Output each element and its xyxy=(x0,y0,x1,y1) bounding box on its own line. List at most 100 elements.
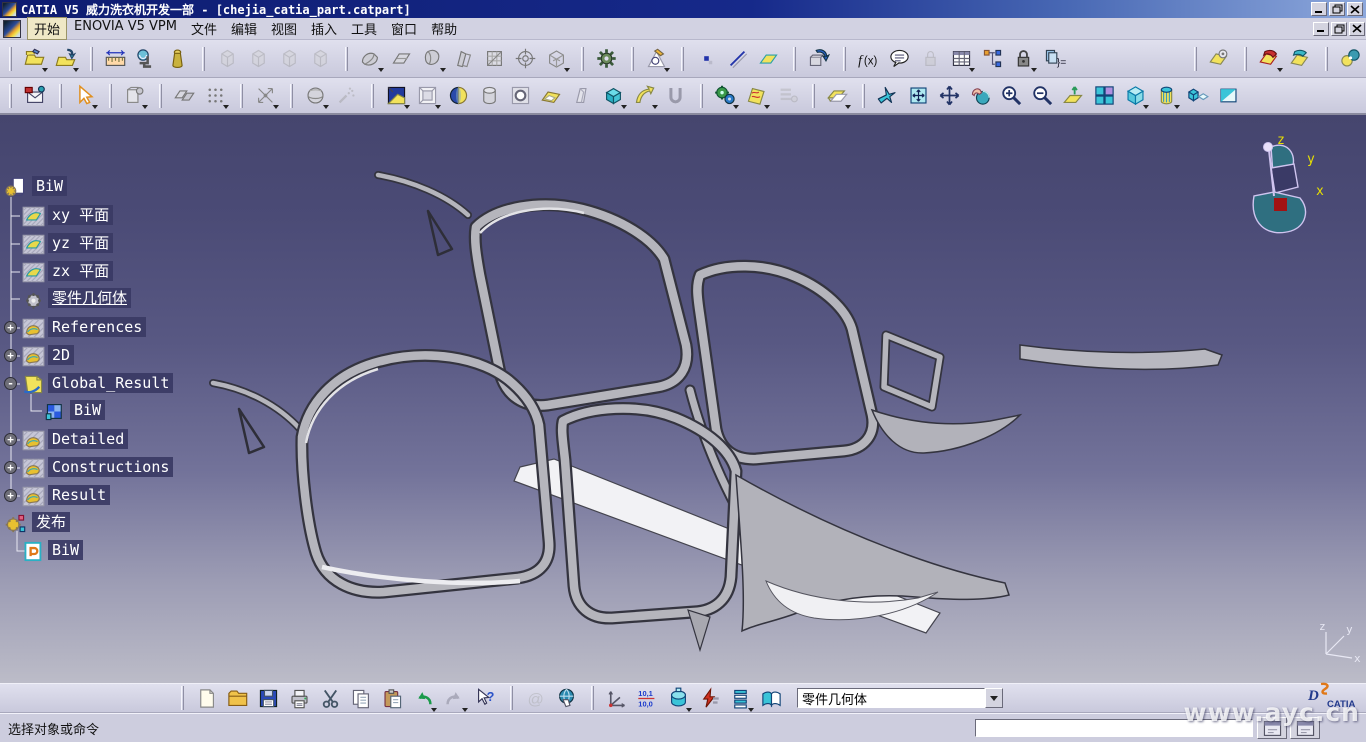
swap-visible-space-icon[interactable] xyxy=(1215,82,1242,109)
hole-icon[interactable] xyxy=(507,82,534,109)
comment-icon[interactable] xyxy=(886,45,913,72)
tree-item-label[interactable]: yz 平面 xyxy=(48,233,113,253)
close-button[interactable] xyxy=(1347,2,1363,16)
point-icon[interactable] xyxy=(693,45,720,72)
expand-icon[interactable]: + xyxy=(4,349,17,362)
select-icon[interactable] xyxy=(71,82,98,109)
expand-icon[interactable]: + xyxy=(4,489,17,502)
collapse-icon[interactable]: - xyxy=(4,377,17,390)
tree-item-label[interactable]: xy 平面 xyxy=(48,205,113,225)
active-body-combobox[interactable]: 零件几何体 xyxy=(797,688,1003,708)
tree-item-label[interactable]: zx 平面 xyxy=(48,261,113,281)
tree-item-label[interactable]: BiW xyxy=(70,400,105,420)
knowledge-gear-icon[interactable] xyxy=(593,45,620,72)
restore-button[interactable] xyxy=(1329,2,1345,16)
sweep-surface-icon[interactable] xyxy=(450,45,477,72)
expand-icon[interactable]: + xyxy=(4,321,17,334)
tree-item-label[interactable]: Result xyxy=(48,485,110,505)
list-icon[interactable] xyxy=(727,685,754,712)
print-icon[interactable] xyxy=(286,685,313,712)
dialog-toggle-button-2[interactable] xyxy=(1290,717,1320,739)
minimize-button[interactable] xyxy=(1313,22,1329,36)
boundary-icon[interactable] xyxy=(512,45,539,72)
tree-item-label[interactable]: 2D xyxy=(48,345,74,365)
redo-icon[interactable] xyxy=(441,685,468,712)
plane-icon[interactable] xyxy=(755,45,782,72)
lock-parameters-icon[interactable] xyxy=(1010,45,1037,72)
catalog-instance-icon[interactable] xyxy=(743,82,770,109)
render-style-icon[interactable] xyxy=(1153,82,1180,109)
viewport-3d[interactable]: z y x z y x BiWxy 平面yz 平面zx 平面零件几何体+Refe… xyxy=(0,115,1366,683)
tree-item-label[interactable]: Global_Result xyxy=(48,373,173,393)
fill-icon[interactable] xyxy=(538,82,565,109)
fly-mode-icon[interactable] xyxy=(874,82,901,109)
toolbar-handle[interactable] xyxy=(159,84,162,108)
toolbar-handle[interactable] xyxy=(9,84,12,108)
tree-item-label[interactable]: BiW xyxy=(32,176,67,196)
toolbar-handle[interactable] xyxy=(240,84,243,108)
tree-item-label[interactable]: Detailed xyxy=(48,429,128,449)
tree-item-label[interactable]: BiW xyxy=(48,540,83,560)
close-button[interactable] xyxy=(1349,22,1365,36)
toolbar-handle[interactable] xyxy=(793,47,796,71)
sphere-icon[interactable] xyxy=(302,82,329,109)
send-to-icon[interactable] xyxy=(21,82,48,109)
design-table-icon[interactable] xyxy=(948,45,975,72)
catalog-browser-icon[interactable] xyxy=(805,45,832,72)
minimize-button[interactable] xyxy=(1311,2,1327,16)
toolbar-handle[interactable] xyxy=(1244,47,1247,71)
toolbar-handle[interactable] xyxy=(681,47,684,71)
split-icon[interactable] xyxy=(445,82,472,109)
cut-icon[interactable] xyxy=(317,685,344,712)
toolbar-handle[interactable] xyxy=(371,84,374,108)
menu-item-9[interactable]: 帮助 xyxy=(424,17,464,40)
paste-icon[interactable] xyxy=(379,685,406,712)
hide-show-icon[interactable] xyxy=(1184,82,1211,109)
toolbar-handle[interactable] xyxy=(581,47,584,71)
fit-all-in-icon[interactable] xyxy=(905,82,932,109)
save-management-icon[interactable] xyxy=(52,45,79,72)
isometric-view-icon[interactable] xyxy=(1122,82,1149,109)
toolbar-handle[interactable] xyxy=(700,84,703,108)
untrim-icon[interactable] xyxy=(631,82,658,109)
menu-item-4[interactable]: 编辑 xyxy=(224,17,264,40)
tree-item-label[interactable]: References xyxy=(48,317,146,337)
menu-item-5[interactable]: 视图 xyxy=(264,17,304,40)
power-copy-icon[interactable] xyxy=(712,82,739,109)
trim-icon[interactable] xyxy=(569,82,596,109)
menu-item-6[interactable]: 插入 xyxy=(304,17,344,40)
toolbar-handle[interactable] xyxy=(290,84,293,108)
rotate-icon[interactable] xyxy=(967,82,994,109)
zoom-out-icon[interactable] xyxy=(1029,82,1056,109)
web-browser-icon[interactable] xyxy=(553,685,580,712)
planes-icon[interactable] xyxy=(171,82,198,109)
tree-item-label[interactable]: Constructions xyxy=(48,457,173,477)
knowledge-book-icon[interactable] xyxy=(758,685,785,712)
toolbar-handle[interactable] xyxy=(9,47,12,71)
expand-icon[interactable]: + xyxy=(4,461,17,474)
extrude-icon[interactable] xyxy=(383,82,410,109)
toolbar-handle[interactable] xyxy=(90,47,93,71)
boundary-curve-icon[interactable] xyxy=(662,82,689,109)
part-body-icon[interactable] xyxy=(665,685,692,712)
toolbar-handle[interactable] xyxy=(843,47,846,71)
toolbar-handle[interactable] xyxy=(1194,47,1197,71)
measure-between-icon[interactable] xyxy=(102,45,129,72)
document-icon[interactable] xyxy=(3,20,21,38)
zoom-in-icon[interactable] xyxy=(998,82,1025,109)
toolbar-handle[interactable] xyxy=(510,686,513,710)
axis-system-icon[interactable] xyxy=(603,685,630,712)
undo-icon[interactable] xyxy=(410,685,437,712)
scaling-icon[interactable] xyxy=(252,82,279,109)
whats-this-icon[interactable]: ? xyxy=(472,685,499,712)
toolbar-handle[interactable] xyxy=(202,47,205,71)
toolbar-handle[interactable] xyxy=(862,84,865,108)
measure-item-icon[interactable] xyxy=(133,45,160,72)
menu-item-2[interactable]: ENOVIA V5 VPM xyxy=(67,17,184,40)
menu-item-7[interactable]: 工具 xyxy=(344,17,384,40)
toolbar-handle[interactable] xyxy=(631,47,634,71)
update-icon[interactable] xyxy=(696,685,723,712)
expand-icon[interactable]: + xyxy=(4,433,17,446)
connect-checker-icon[interactable] xyxy=(1337,45,1364,72)
trim-surface-icon[interactable] xyxy=(543,45,570,72)
